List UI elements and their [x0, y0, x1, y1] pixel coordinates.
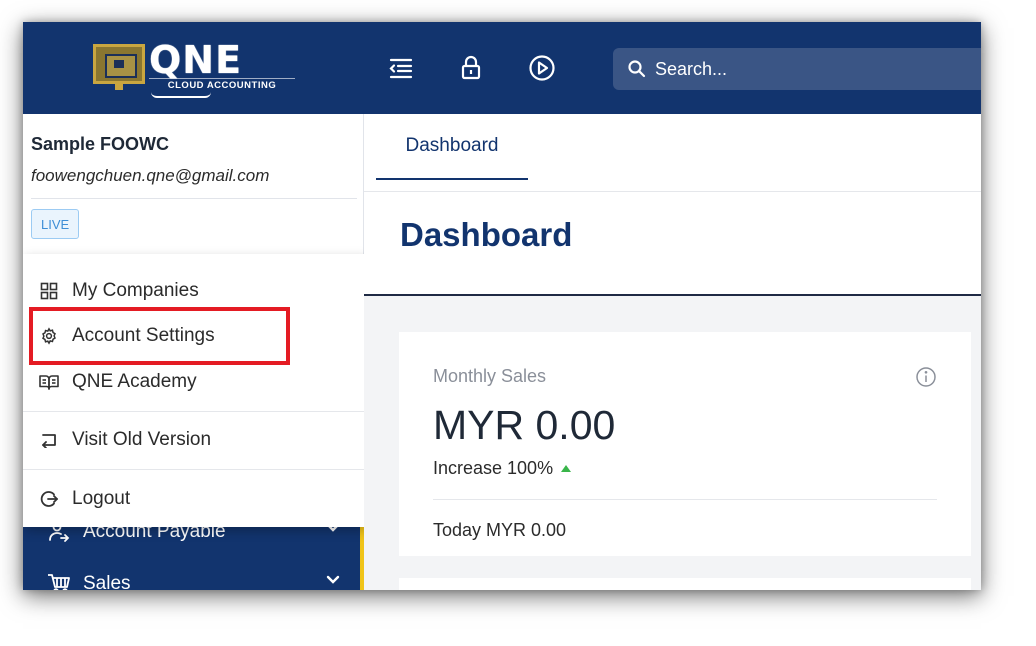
- company-name: Sample FOOWC: [31, 134, 170, 154]
- cart-icon: [45, 573, 73, 590]
- trend-up-icon: [561, 465, 572, 472]
- logout-icon: [39, 490, 59, 508]
- play-circle-icon[interactable]: [528, 54, 556, 82]
- monthly-sales-card: Monthly Sales MYR 0.00 Increase 100% Tod…: [399, 332, 971, 556]
- lock-icon[interactable]: [457, 54, 485, 82]
- app-window: QNE CLOUD ACCOUNTING Search... Sample FO…: [23, 22, 981, 590]
- search-bar[interactable]: Search...: [613, 48, 981, 90]
- search-icon: [628, 60, 646, 78]
- menu-item-logout[interactable]: Logout: [23, 477, 365, 521]
- next-card: [399, 578, 971, 590]
- menu-item-label: My Companies: [72, 280, 199, 301]
- logo-brand: QNE: [149, 38, 243, 82]
- menu-collapse-icon[interactable]: [387, 54, 415, 82]
- sidebar-item-label: Sales: [83, 573, 131, 590]
- logo-mark-icon: [93, 44, 145, 84]
- monthly-sales-value: MYR 0.00: [433, 402, 616, 448]
- menu-item-label: Visit Old Version: [72, 429, 212, 450]
- return-icon: [39, 432, 59, 448]
- user-dropdown-menu: My Companies Account Settings QNE Academ…: [23, 254, 365, 527]
- chevron-down-icon: [326, 575, 340, 584]
- sidebar: Sample FOOWC foowengchuen.qne@gmail.com …: [23, 114, 365, 590]
- tab-dashboard[interactable]: Dashboard: [376, 114, 528, 180]
- today-sales: Today MYR 0.00: [433, 520, 567, 540]
- menu-item-qne-academy[interactable]: QNE Academy: [23, 360, 365, 404]
- live-badge: LIVE: [31, 209, 80, 239]
- menu-item-label: Logout: [72, 488, 131, 509]
- card-label: Monthly Sales: [433, 366, 547, 386]
- info-icon[interactable]: [915, 366, 937, 388]
- qne-logo[interactable]: QNE CLOUD ACCOUNTING: [93, 38, 303, 98]
- grid-icon: [39, 282, 59, 300]
- search-input[interactable]: Search...: [655, 59, 727, 80]
- title-bar: Dashboard: [364, 192, 981, 296]
- account-settings-highlight-box: [29, 307, 290, 365]
- trend-indicator: Increase 100%: [433, 458, 572, 479]
- top-header: QNE CLOUD ACCOUNTING Search...: [23, 22, 981, 114]
- menu-item-label: QNE Academy: [72, 371, 197, 392]
- user-panel[interactable]: Sample FOOWC foowengchuen.qne@gmail.com …: [23, 114, 364, 254]
- user-email: foowengchuen.qne@gmail.com: [31, 166, 270, 185]
- page-title: Dashboard: [400, 216, 573, 253]
- logo-tagline: CLOUD ACCOUNTING: [149, 78, 295, 91]
- menu-item-visit-old-version[interactable]: Visit Old Version: [23, 418, 365, 462]
- sidebar-item-sales[interactable]: Sales: [23, 558, 363, 590]
- tab-bar: Dashboard: [364, 114, 981, 192]
- book-icon: [39, 374, 59, 390]
- main-content: Dashboard Dashboard Monthly Sales MYR 0.…: [364, 114, 981, 590]
